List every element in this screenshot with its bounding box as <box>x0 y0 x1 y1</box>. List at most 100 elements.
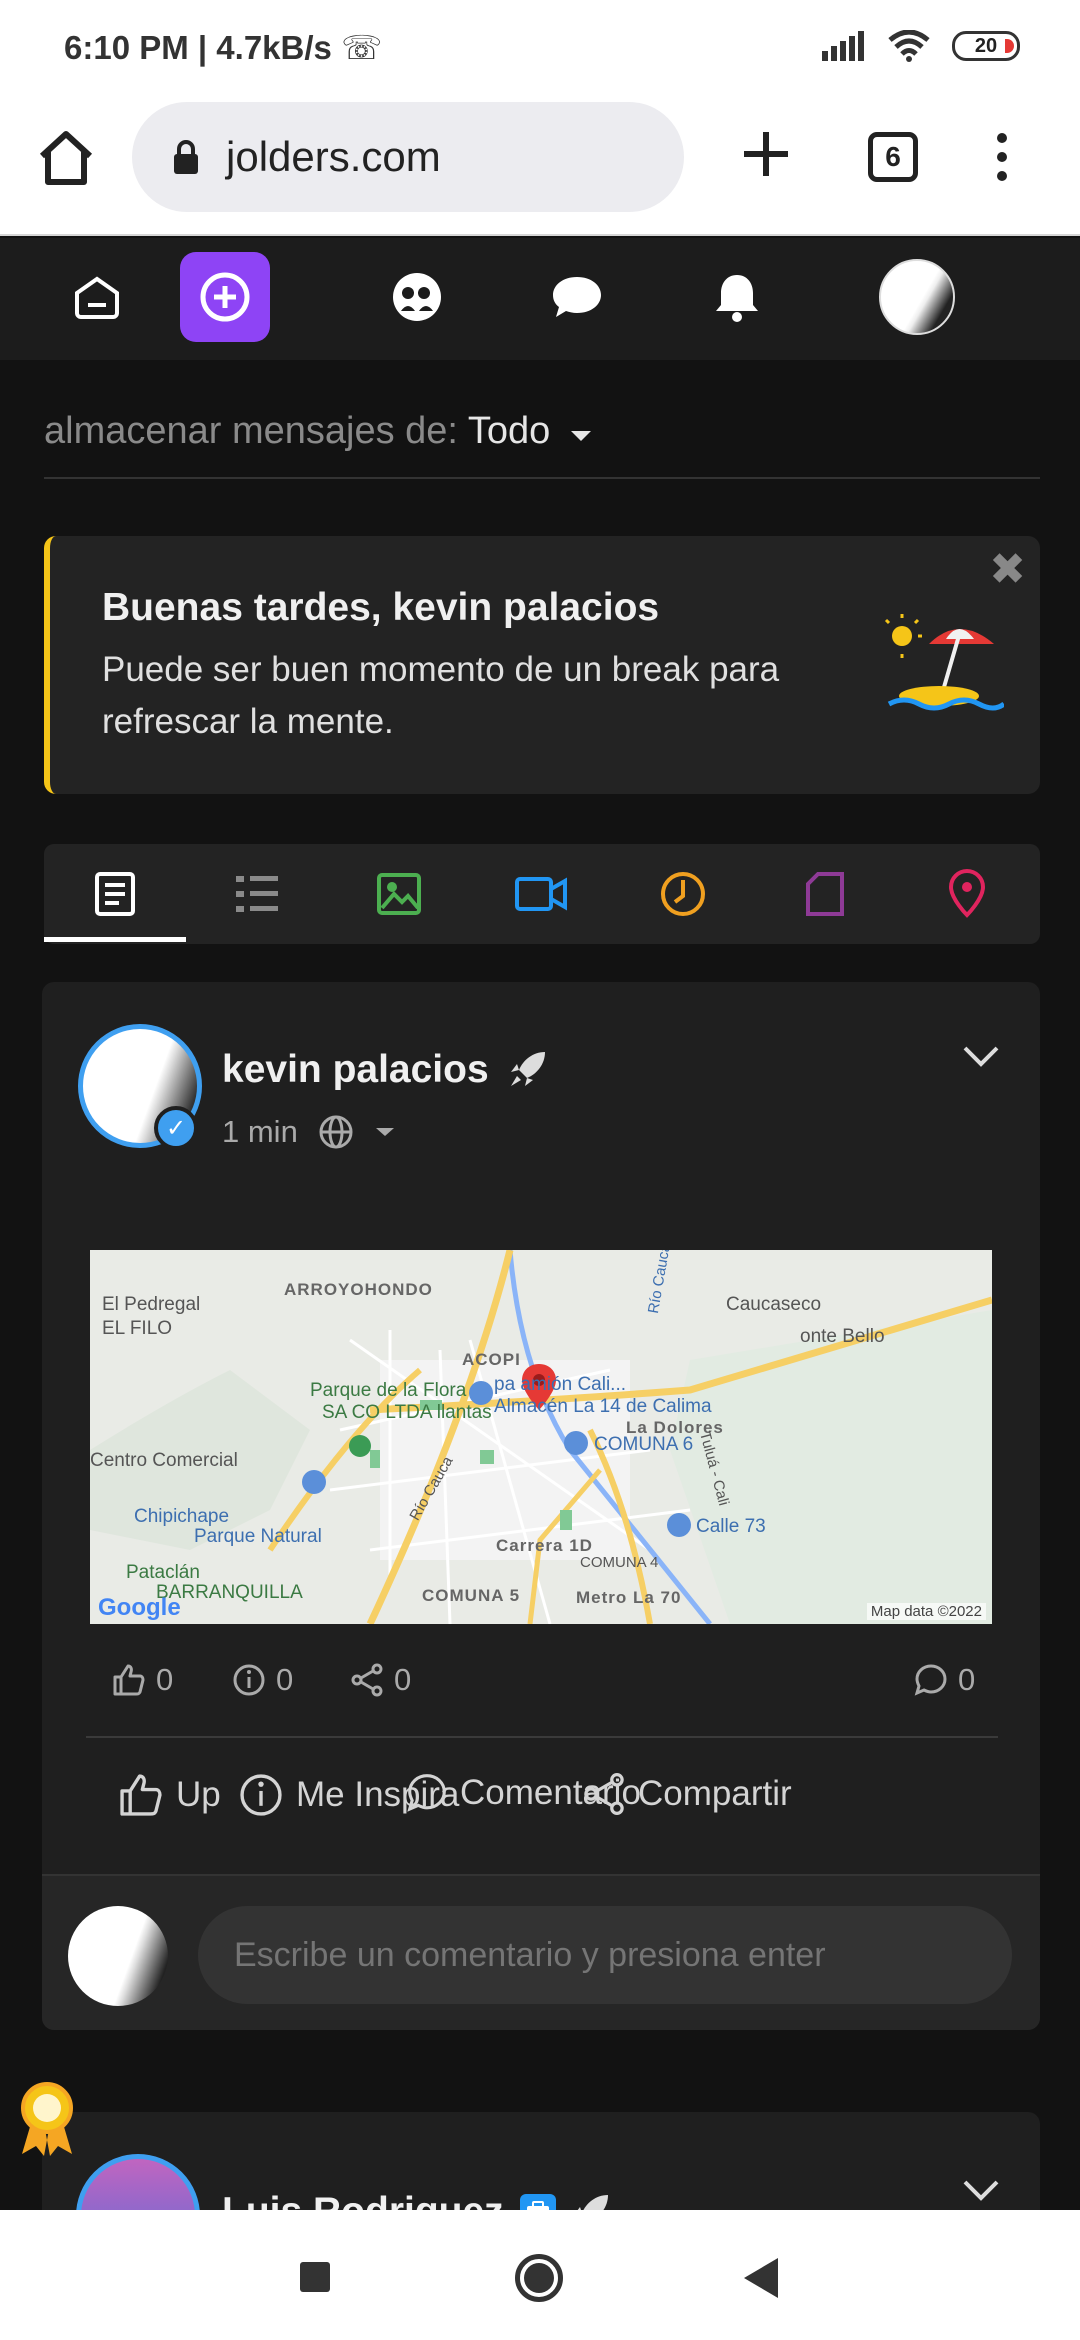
location-map[interactable]: El Pedregal EL FILO ARROYOHONDO ACOPI Pa… <box>90 1250 992 1624</box>
wifi-icon <box>888 30 930 62</box>
tab-location[interactable] <box>896 844 1038 944</box>
page-icon <box>806 872 844 916</box>
rocket-icon <box>511 1052 546 1086</box>
map-label: Metro La 70 <box>576 1588 682 1607</box>
status-bar: 6:10 PM | 4.7kB/s ☏ 20 <box>0 0 1080 96</box>
nav-notifications-icon[interactable] <box>692 252 782 342</box>
nav-messages-icon[interactable] <box>532 252 622 342</box>
thumbs-up-icon <box>113 1664 145 1696</box>
map-label: ARROYOHONDO <box>284 1280 433 1299</box>
comment-icon <box>914 1664 947 1696</box>
award-ribbon-icon <box>21 2082 73 2156</box>
plus-circle-icon <box>200 272 250 322</box>
app-navbar <box>0 238 1080 360</box>
image-icon <box>377 873 421 915</box>
likes-count[interactable]: 0 <box>112 1662 173 1698</box>
map-label: El Pedregal <box>102 1294 201 1315</box>
create-post-button[interactable] <box>180 252 270 342</box>
shares-count[interactable]: 0 <box>350 1662 411 1698</box>
url-text: jolders.com <box>226 133 441 180</box>
new-tab-icon[interactable] <box>740 128 792 180</box>
system-navbar <box>0 2210 1080 2340</box>
info-icon <box>233 1664 265 1696</box>
map-label: SA CO LTDA llantas <box>322 1402 492 1423</box>
map-label: Parque de la Flora <box>310 1380 467 1401</box>
status-time: 6:10 PM | 4.7kB/s ☏ <box>64 29 383 66</box>
share-icon <box>584 1772 624 1816</box>
home-icon[interactable] <box>36 130 96 186</box>
caret-down-icon[interactable] <box>569 429 593 443</box>
filter-value[interactable]: Todo <box>468 410 550 452</box>
map-label: COMUNA 5 <box>422 1586 521 1605</box>
post-meta: 1 min <box>222 1114 396 1150</box>
nav-community-icon[interactable] <box>372 252 462 342</box>
close-icon[interactable]: ✖ <box>989 544 1026 595</box>
list-icon <box>236 876 278 912</box>
post-card: ✓ kevin palacios 1 min El Pedregal EL FI… <box>42 982 1040 2030</box>
map-label: Parque Natural <box>194 1526 322 1547</box>
document-icon <box>95 872 135 916</box>
tab-list[interactable] <box>186 844 328 944</box>
map-label: Caucaseco <box>726 1294 822 1315</box>
share-icon <box>351 1663 383 1697</box>
map-label: ACOPI <box>462 1350 521 1369</box>
tab-poll[interactable] <box>612 844 754 944</box>
post-actions: Up Me Inspira Comentario Compartir <box>42 1762 1040 1842</box>
tab-page[interactable] <box>754 844 896 944</box>
globe-icon[interactable] <box>318 1114 354 1150</box>
map-label: Centro Comercial <box>90 1450 238 1471</box>
verified-badge-icon: ✓ <box>154 1106 198 1150</box>
info-icon <box>240 1774 282 1816</box>
share-button[interactable]: Compartir <box>582 1772 792 1816</box>
map-attribution: Map data ©2022 <box>866 1603 986 1620</box>
chevron-down-icon[interactable] <box>962 1044 1000 1068</box>
post-time: 1 min <box>222 1114 298 1149</box>
beach-umbrella-icon <box>884 614 1004 711</box>
profile-avatar[interactable] <box>872 252 962 342</box>
location-pin-icon <box>948 869 986 918</box>
tab-text[interactable] <box>44 844 186 944</box>
google-logo: Google <box>98 1594 181 1621</box>
commenter-avatar <box>68 1906 168 2006</box>
post-author[interactable]: kevin palacios <box>222 1048 547 1092</box>
thumbs-up-icon <box>120 1774 162 1816</box>
filter-label: almacenar mensajes de: <box>44 410 458 452</box>
more-menu-icon[interactable] <box>992 132 1012 182</box>
map-label: onte Bello <box>800 1326 885 1347</box>
url-bar[interactable]: jolders.com <box>132 102 684 212</box>
map-label: Carrera 1D <box>496 1536 593 1555</box>
map-label: COMUNA 4 <box>580 1554 659 1571</box>
battery-icon: 20 <box>952 31 1020 61</box>
recents-button[interactable] <box>300 2262 330 2292</box>
inspires-count[interactable]: 0 <box>232 1662 293 1698</box>
nav-home-icon[interactable] <box>52 252 142 342</box>
back-button[interactable] <box>744 2258 778 2298</box>
map-label: Calle 73 <box>696 1516 766 1537</box>
greeting-card: Buenas tardes, kevin palacios Puede ser … <box>44 536 1040 794</box>
comment-input[interactable] <box>198 1906 1012 2004</box>
divider <box>86 1736 998 1738</box>
video-icon <box>515 877 567 911</box>
up-button[interactable]: Up <box>118 1772 221 1818</box>
comment-composer <box>42 1874 1040 2030</box>
map-label: pa amión Cali... <box>494 1374 627 1395</box>
home-button[interactable] <box>515 2254 563 2302</box>
chevron-down-icon[interactable] <box>962 2178 1000 2202</box>
message-filter[interactable]: almacenar mensajes de: Todo <box>44 410 1040 479</box>
timer-icon <box>661 872 705 916</box>
comment-icon <box>407 1774 446 1812</box>
map-label: Pataclán <box>126 1562 200 1583</box>
signal-icon <box>822 31 864 61</box>
lock-icon <box>174 140 198 174</box>
tab-video[interactable] <box>470 844 612 944</box>
privacy-caret-icon[interactable] <box>374 1126 396 1138</box>
map-label: EL FILO <box>102 1318 173 1339</box>
greeting-title: Buenas tardes, kevin palacios <box>102 586 660 629</box>
post-stats: 0 0 0 0 <box>102 1662 982 1722</box>
map-label: Almacén La 14 de Calima <box>494 1396 712 1417</box>
tab-image[interactable] <box>328 844 470 944</box>
browser-toolbar: jolders.com 6 <box>0 96 1080 236</box>
post-type-tabs <box>44 844 1040 944</box>
tab-switcher-button[interactable]: 6 <box>868 132 918 182</box>
comments-count[interactable]: 0 <box>914 1662 975 1698</box>
